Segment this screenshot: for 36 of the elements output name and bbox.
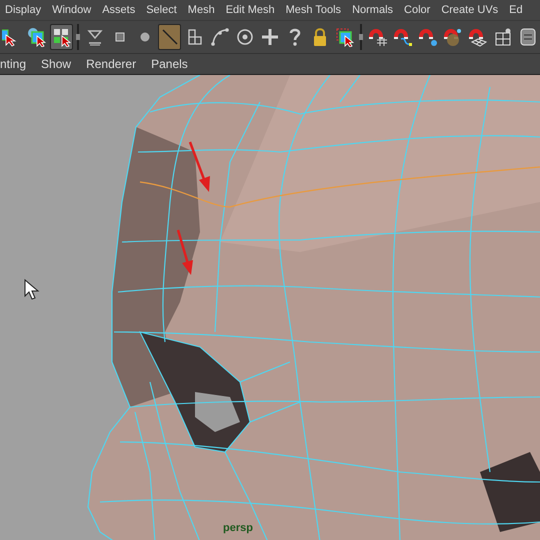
toolbar-button[interactable] <box>50 24 73 50</box>
marquee-icon <box>334 27 354 47</box>
magnet-plane-icon <box>468 27 488 47</box>
panel-menu-item[interactable]: nting <box>0 57 26 71</box>
select-grid-icon <box>52 27 72 47</box>
menu-item[interactable]: Edit Mesh <box>226 4 275 16</box>
separator-icon <box>358 24 364 50</box>
grid-box-icon <box>492 27 512 47</box>
camera-label: persp <box>223 522 253 534</box>
panel-menu-item[interactable]: Renderer <box>86 57 136 71</box>
menu-item[interactable]: Ed <box>509 4 523 16</box>
magnet-grid-icon <box>368 27 388 47</box>
arrow-icon <box>176 230 193 275</box>
curve-icon <box>210 27 230 47</box>
menu-item[interactable]: Color <box>404 4 430 16</box>
cursor-icon <box>24 278 40 300</box>
menu-item[interactable]: Display <box>5 4 42 16</box>
menu-item[interactable]: Normals <box>352 4 394 16</box>
menu-item[interactable]: Window <box>52 4 92 16</box>
arrow-icon <box>188 142 210 192</box>
panel-menu-item[interactable]: Panels <box>151 57 188 71</box>
menu-item[interactable]: Mesh Tools <box>286 4 342 16</box>
target-icon <box>234 27 254 47</box>
menu-item[interactable]: Assets <box>102 4 136 16</box>
device-icon <box>518 27 538 47</box>
plus-icon <box>260 27 280 47</box>
panel-menu-item[interactable]: Show <box>41 57 72 71</box>
edge-icon <box>160 27 180 47</box>
magnet-sphere-icon <box>442 27 462 47</box>
menu-item[interactable]: Select <box>146 4 177 16</box>
magnet-point-icon <box>418 27 438 47</box>
select-object-icon <box>26 27 46 47</box>
magnet-curve-icon <box>392 27 412 47</box>
menu-item[interactable]: Create UVs <box>441 4 498 16</box>
separator-icon <box>75 24 81 50</box>
menu-item[interactable]: Mesh <box>188 4 215 16</box>
